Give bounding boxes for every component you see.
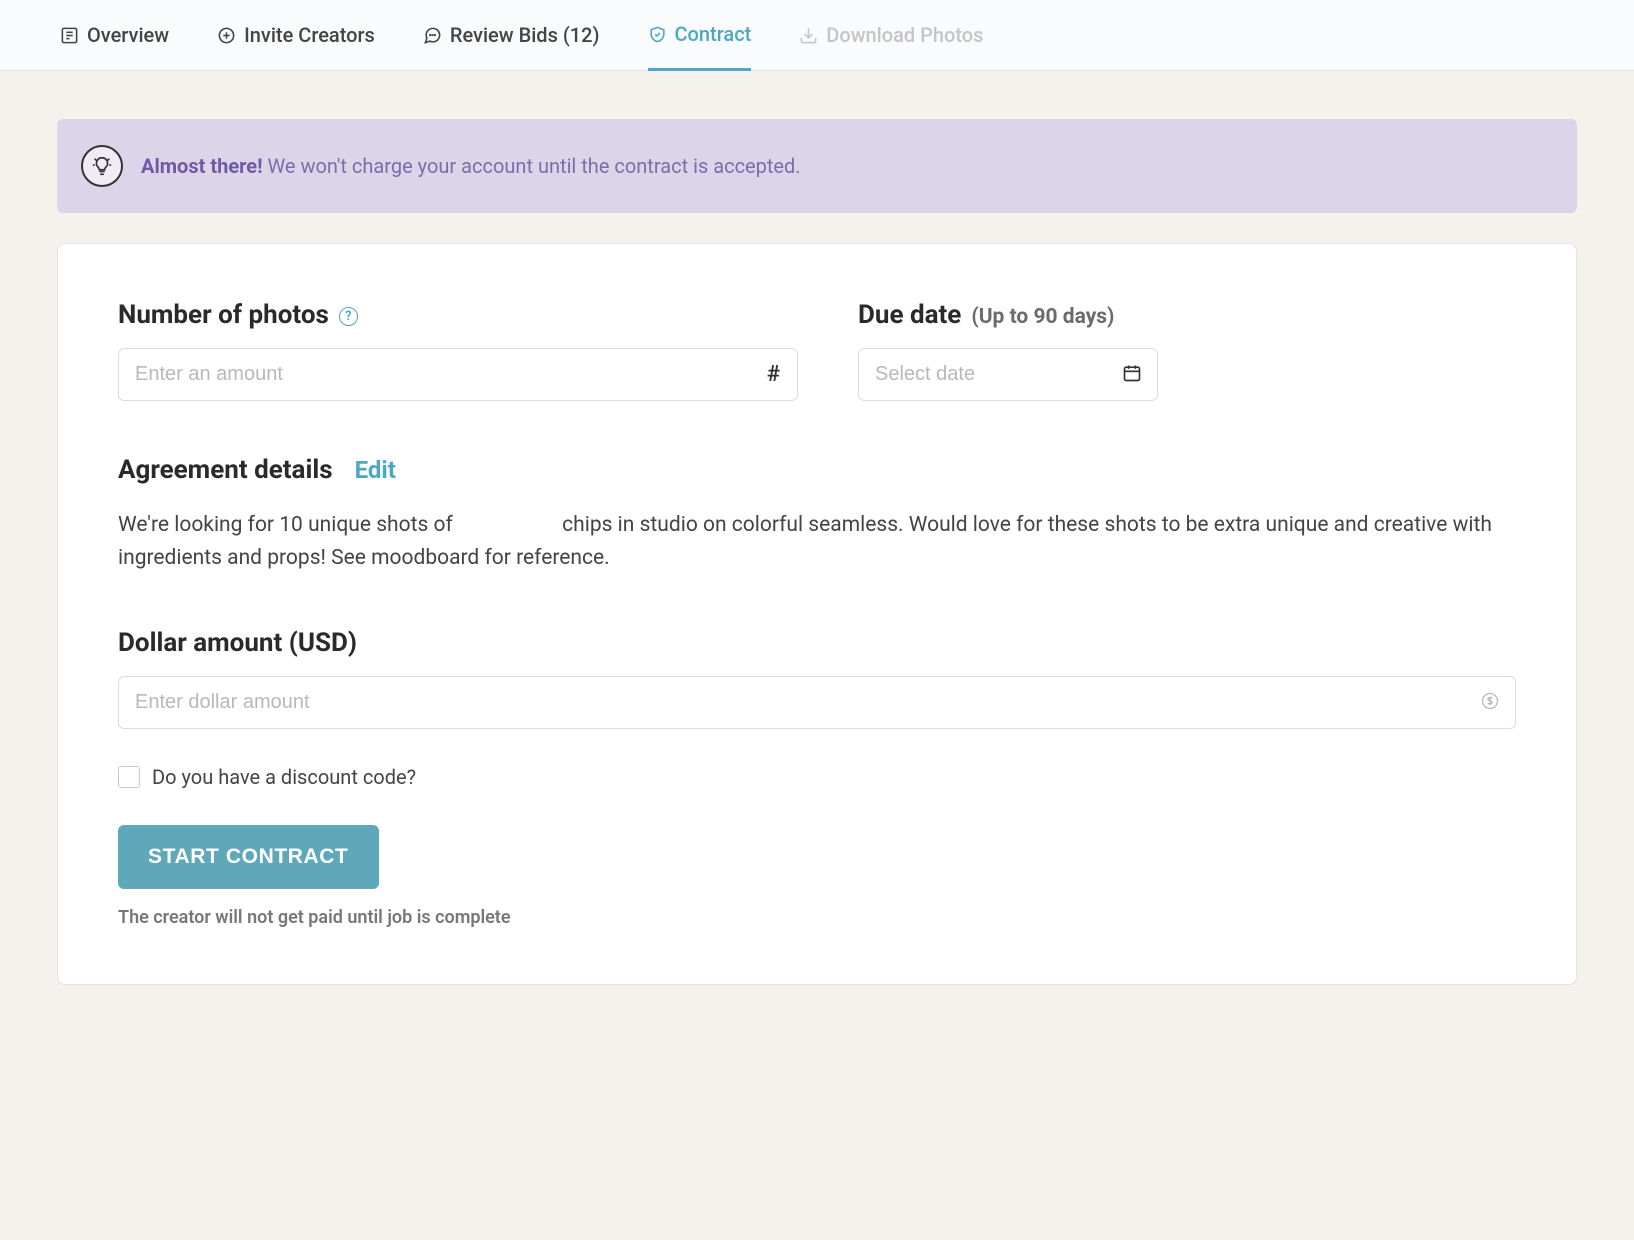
banner-text: Almost there! We won't charge your accou… xyxy=(141,152,801,180)
tab-review-bids[interactable]: Review Bids (12) xyxy=(423,0,600,70)
help-icon[interactable]: ? xyxy=(339,307,358,326)
tab-bar: Overview Invite Creators Review Bids (12… xyxy=(0,0,1634,71)
due-date-input[interactable] xyxy=(858,348,1158,401)
banner-bold: Almost there! xyxy=(141,154,262,178)
tab-label: Invite Creators xyxy=(244,23,375,47)
tab-contract[interactable]: Contract xyxy=(648,0,752,71)
agreement-body: We're looking for 10 unique shots of chi… xyxy=(118,509,1516,574)
tab-label: Download Photos xyxy=(826,23,983,47)
dollar-amount-input[interactable] xyxy=(118,676,1516,729)
tab-invite-creators[interactable]: Invite Creators xyxy=(217,0,375,70)
chat-icon xyxy=(423,26,442,45)
tab-label: Review Bids (12) xyxy=(450,23,600,47)
plus-circle-icon xyxy=(217,26,236,45)
overview-icon xyxy=(60,26,79,45)
due-date-label: Due date (Up to 90 days) xyxy=(858,300,1158,330)
dollar-label: Dollar amount (USD) xyxy=(118,628,1516,658)
start-contract-button[interactable]: START CONTRACT xyxy=(118,825,379,889)
banner-rest: We won't charge your account until the c… xyxy=(262,154,800,178)
number-of-photos-input[interactable] xyxy=(118,348,798,401)
tab-label: Overview xyxy=(87,23,169,47)
edit-link[interactable]: Edit xyxy=(355,456,396,484)
tab-overview[interactable]: Overview xyxy=(60,0,169,70)
info-banner: Almost there! We won't charge your accou… xyxy=(57,119,1577,213)
tab-label: Contract xyxy=(675,22,752,46)
tab-download-photos: Download Photos xyxy=(799,0,983,70)
photos-label: Number of photos ? xyxy=(118,300,798,330)
discount-label: Do you have a discount code? xyxy=(152,765,416,789)
download-icon xyxy=(799,26,818,45)
contract-form: Number of photos ? # Due date (Up to 90 … xyxy=(57,243,1577,985)
content-container: Almost there! We won't charge your accou… xyxy=(7,71,1627,1033)
lightbulb-icon xyxy=(81,145,123,187)
shield-check-icon xyxy=(648,25,667,44)
agreement-title: Agreement details xyxy=(118,455,333,485)
discount-checkbox[interactable] xyxy=(118,766,140,788)
submit-note: The creator will not get paid until job … xyxy=(118,907,1516,928)
